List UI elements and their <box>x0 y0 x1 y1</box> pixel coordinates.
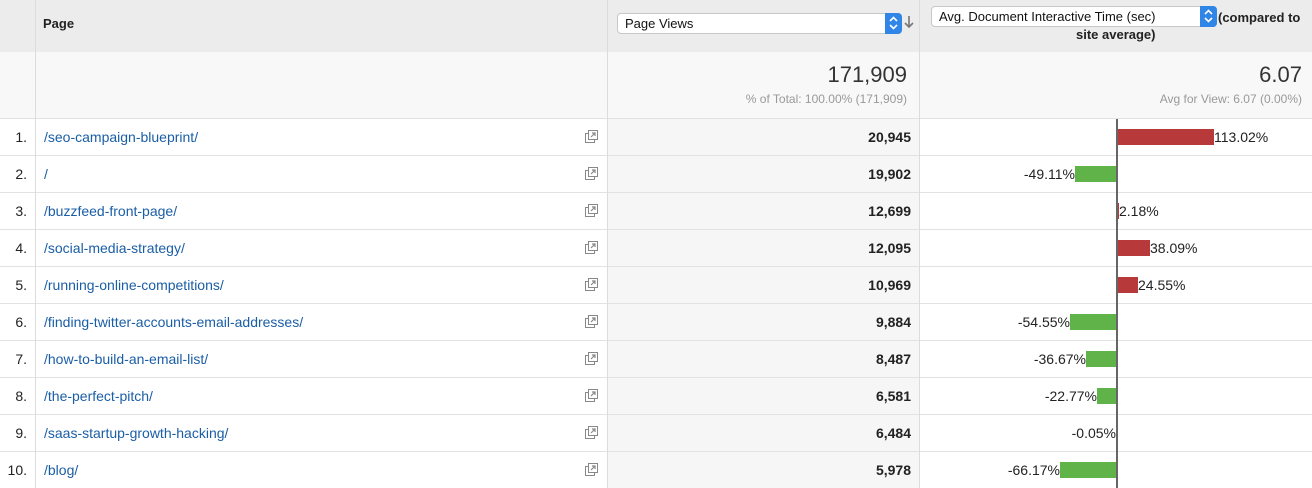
sort-down-arrow-icon[interactable] <box>903 14 915 35</box>
row-index: 10. <box>7 462 27 479</box>
comparison-bar <box>1086 351 1117 368</box>
select-updown-icon <box>885 13 902 34</box>
page-views-cell <box>608 304 920 341</box>
compare-metric-select[interactable]: Avg. Document Interactive Time (sec) <box>931 6 1217 27</box>
summary-row <box>0 52 1312 119</box>
comparison-percent: 113.02% <box>1214 129 1269 145</box>
open-window-icon[interactable] <box>585 426 599 444</box>
comparison-bar <box>1117 240 1150 257</box>
compare-metric-value: Avg. Document Interactive Time (sec) <box>939 9 1156 24</box>
comparison-percent: 2.18% <box>1119 203 1159 220</box>
page-views-value: 19,902 <box>868 166 911 183</box>
page-views-value: 5,978 <box>875 462 911 479</box>
page-link[interactable]: /finding-twitter-accounts-email-addresse… <box>44 314 303 330</box>
page-views-value: 12,699 <box>868 203 911 220</box>
page-views-cell <box>608 452 920 488</box>
page-link[interactable]: /social-media-strategy/ <box>44 240 185 256</box>
page-link[interactable]: / <box>44 166 48 182</box>
page-views-value: 10,969 <box>868 277 911 294</box>
open-window-icon[interactable] <box>585 130 599 148</box>
comparison-percent: 38.09% <box>1150 240 1198 257</box>
open-window-icon[interactable] <box>585 241 599 259</box>
comparison-axis <box>1116 119 1118 488</box>
page-link[interactable]: /running-online-competitions/ <box>44 277 224 293</box>
comparison-bar <box>1075 166 1117 183</box>
open-window-icon[interactable] <box>585 278 599 296</box>
open-window-icon[interactable] <box>585 389 599 407</box>
page-link[interactable]: /how-to-build-an-email-list/ <box>44 351 208 367</box>
page-column-header[interactable]: Page <box>43 16 74 31</box>
comparison-bar <box>1117 277 1138 294</box>
open-window-icon[interactable] <box>585 352 599 370</box>
primary-metric-value: Page Views <box>625 16 694 31</box>
page-link[interactable]: /blog/ <box>44 462 78 478</box>
comparison-percent: -54.55% <box>1017 314 1070 331</box>
comparison-percent: -22.77% <box>1044 388 1097 405</box>
comparison-bar <box>1070 314 1117 331</box>
select-updown-icon <box>1200 6 1217 27</box>
comparison-percent: -66.17% <box>1007 462 1060 479</box>
page-views-value: 9,884 <box>875 314 911 331</box>
page-link[interactable]: /buzzfeed-front-page/ <box>44 203 177 219</box>
page-link[interactable]: /the-perfect-pitch/ <box>44 388 153 404</box>
row-index: 7. <box>15 351 27 368</box>
row-index: 8. <box>15 388 27 405</box>
comparison-percent: -36.67% <box>1033 351 1086 368</box>
row-index: 3. <box>15 203 27 220</box>
comparison-percent: 24.55% <box>1138 277 1186 294</box>
page-views-value: 6,581 <box>875 388 911 405</box>
total-page-views-note: % of Total: 100.00% (171,909) <box>745 92 907 106</box>
page-views-value: 12,095 <box>868 240 911 257</box>
avg-interactive-time-note: Avg for View: 6.07 (0.00%) <box>1159 92 1302 106</box>
page-link[interactable]: /saas-startup-growth-hacking/ <box>44 425 228 441</box>
comparison-percent: -49.11% <box>1023 166 1075 183</box>
open-window-icon[interactable] <box>585 204 599 222</box>
comparison-bar <box>1060 462 1117 479</box>
page-views-cell <box>608 341 920 378</box>
open-window-icon[interactable] <box>585 167 599 185</box>
row-index: 6. <box>15 314 27 331</box>
page-views-cell <box>608 415 920 452</box>
page-views-value: 20,945 <box>868 129 911 145</box>
page-views-value: 8,487 <box>875 351 911 368</box>
open-window-icon[interactable] <box>585 463 599 481</box>
row-index: 1. <box>15 129 27 145</box>
comparison-percent: -0.05% <box>1071 425 1116 442</box>
column-divider <box>919 0 920 488</box>
row-index: 9. <box>15 425 27 442</box>
row-index: 5. <box>15 277 27 294</box>
open-window-icon[interactable] <box>585 315 599 333</box>
column-divider <box>35 0 36 488</box>
column-divider <box>607 0 608 488</box>
comparison-bar <box>1117 129 1214 145</box>
page-link[interactable]: /seo-campaign-blueprint/ <box>44 129 198 145</box>
compare-label-line2: site average) <box>1076 27 1156 42</box>
avg-interactive-time: 6.07 <box>1259 62 1302 87</box>
row-index: 2. <box>15 166 27 183</box>
comparison-bar <box>1097 388 1117 405</box>
compare-label-line1: (compared to <box>1218 10 1301 25</box>
total-page-views: 171,909 <box>827 62 907 87</box>
row-index: 4. <box>15 240 27 257</box>
page-views-value: 6,484 <box>875 425 911 442</box>
primary-metric-select[interactable]: Page Views <box>617 13 902 34</box>
page-views-cell <box>608 378 920 415</box>
